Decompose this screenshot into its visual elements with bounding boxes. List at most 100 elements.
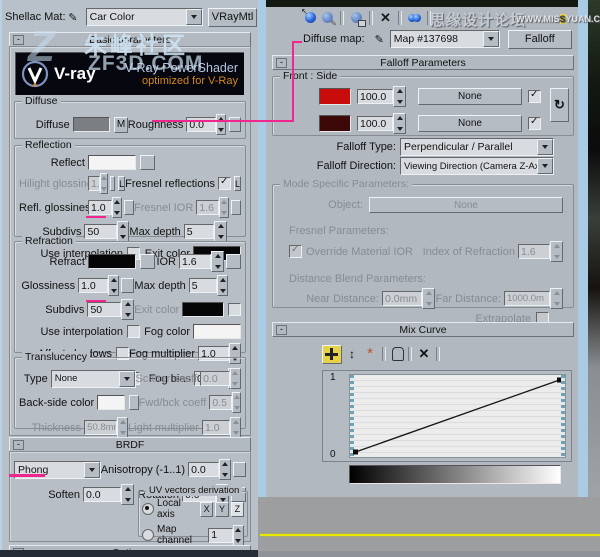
refract-map-button[interactable] <box>140 254 155 269</box>
refr-exit-color-checkbox[interactable] <box>228 303 241 316</box>
axis-z-button[interactable]: Z <box>231 502 244 517</box>
refl-subdivs-spinner[interactable] <box>117 221 129 242</box>
map-type-button[interactable]: Falloff <box>508 30 572 49</box>
map-channel-spinner[interactable] <box>233 525 244 546</box>
refr-use-interpolation-checkbox[interactable] <box>127 325 140 338</box>
hilight-lock-button[interactable]: L <box>118 176 125 191</box>
hilight-map-button[interactable] <box>110 176 115 191</box>
eyedropper-icon[interactable]: ✎ <box>375 33 384 46</box>
translucency-type-dropdown[interactable]: None <box>51 370 136 388</box>
dropdown-arrow-icon[interactable] <box>537 139 553 155</box>
front-amount-field[interactable]: 100.0 <box>357 89 393 104</box>
hilight-glossiness-spinner[interactable] <box>100 173 108 194</box>
refr-max-depth-spinner[interactable] <box>217 275 228 296</box>
override-ior-checkbox[interactable] <box>289 245 302 258</box>
ior-map-button[interactable] <box>226 254 241 269</box>
fresnel-ior-map-button[interactable] <box>231 200 242 215</box>
refl-subdivs-field[interactable]: 50 <box>84 224 117 239</box>
axis-x-button[interactable]: X <box>200 502 213 517</box>
falloff-type-dropdown[interactable]: Perpendicular / Parallel <box>400 138 554 156</box>
mix-curve-editor[interactable]: 1 0 <box>322 370 572 462</box>
scatter-coeff-field[interactable]: 0.0 <box>200 371 230 386</box>
dropdown-arrow-icon[interactable] <box>186 9 202 25</box>
collapse-icon[interactable]: - <box>13 35 24 45</box>
soften-spinner[interactable] <box>121 484 134 505</box>
put-to-library-icon[interactable] <box>348 10 365 26</box>
collapse-icon[interactable]: - <box>276 325 287 335</box>
reflect-map-button[interactable] <box>140 155 155 170</box>
fresnel-ior-field[interactable]: 1.6 <box>196 200 219 215</box>
falloff-direction-dropdown[interactable]: Viewing Direction (Camera Z-Axis) <box>400 157 554 175</box>
falloff-parameters-rollout[interactable]: - Falloff Parameters <box>272 55 574 70</box>
front-color-swatch[interactable] <box>319 88 351 105</box>
collapse-icon[interactable]: - <box>13 440 24 450</box>
far-distance-field[interactable]: 1000.0m <box>504 291 550 306</box>
axis-y-button[interactable]: Y <box>215 502 228 517</box>
index-of-refraction-spinner[interactable] <box>550 241 563 262</box>
thickness-spinner[interactable] <box>117 417 128 438</box>
brdf-rollout[interactable]: - BRDF <box>9 437 251 452</box>
index-of-refraction-field[interactable]: 1.6 <box>518 244 550 259</box>
front-map-checkbox[interactable] <box>528 90 541 103</box>
ior-field[interactable]: 1.6 <box>179 254 211 269</box>
reflect-color-swatch[interactable] <box>88 155 136 170</box>
dropdown-arrow-icon[interactable] <box>84 462 100 478</box>
mix-curve-rollout[interactable]: - Mix Curve <box>272 322 574 337</box>
curve-plot-area[interactable] <box>349 374 566 458</box>
refr-subdivs-spinner[interactable] <box>121 299 134 320</box>
near-distance-field[interactable]: 0.0mm <box>382 291 422 306</box>
eyedropper-icon[interactable]: ✎ <box>65 11 81 24</box>
reset-material-icon[interactable]: ✕ <box>377 10 394 26</box>
make-unique-icon[interactable] <box>406 10 423 26</box>
reset-curves-icon[interactable]: ✕ <box>416 346 432 362</box>
map-channel-field[interactable]: 1 <box>208 528 233 543</box>
refl-max-depth-field[interactable]: 5 <box>184 224 215 239</box>
refr-glossiness-field[interactable]: 1.0 <box>78 278 108 293</box>
map-name-dropdown[interactable]: Map #137698 <box>390 30 500 48</box>
backside-color-swatch[interactable] <box>97 395 125 410</box>
put-material-icon[interactable]: ✎ <box>319 10 336 26</box>
object-pick-button[interactable]: None <box>369 197 563 213</box>
fresnel-lock-button[interactable]: L <box>234 176 241 191</box>
anisotropy-field[interactable]: 0.0 <box>188 462 219 477</box>
refr-max-depth-field[interactable]: 5 <box>189 278 217 293</box>
diffuse-map-m-button[interactable]: M <box>114 117 128 133</box>
fwd-bck-coeff-spinner[interactable] <box>232 392 241 413</box>
swap-colors-icon[interactable]: ↻ <box>550 88 569 122</box>
refr-glossiness-spinner[interactable] <box>108 275 119 296</box>
side-map-checkbox[interactable] <box>528 117 541 130</box>
refl-glossiness-map-button[interactable] <box>124 200 135 215</box>
collapse-icon[interactable]: - <box>276 58 287 68</box>
add-point-icon[interactable]: * <box>362 348 378 360</box>
basic-parameters-rollout[interactable]: - Basic parameters <box>9 32 251 47</box>
scatter-coeff-spinner[interactable] <box>230 368 241 389</box>
local-axis-radio[interactable] <box>142 503 154 515</box>
light-multiplier-spinner[interactable] <box>230 417 241 438</box>
roughness-spinner[interactable] <box>216 114 226 135</box>
refl-max-depth-spinner[interactable] <box>214 221 226 242</box>
fresnel-ior-spinner[interactable] <box>219 197 228 218</box>
diffuse-color-swatch[interactable] <box>73 117 110 132</box>
side-amount-spinner[interactable] <box>393 113 406 134</box>
refl-glossiness-spinner[interactable] <box>112 197 121 218</box>
far-distance-spinner[interactable] <box>550 288 563 309</box>
move-point-icon[interactable] <box>322 345 342 364</box>
ior-spinner[interactable] <box>211 251 224 272</box>
fresnel-reflections-checkbox[interactable] <box>218 177 231 190</box>
soften-field[interactable]: 0.0 <box>83 487 121 502</box>
side-color-swatch[interactable] <box>319 115 351 132</box>
side-map-button[interactable]: None <box>418 115 522 132</box>
fog-color-swatch[interactable] <box>193 324 241 339</box>
shellac-material-dropdown[interactable]: Car Color <box>86 8 203 26</box>
backside-map-button[interactable] <box>129 395 139 410</box>
front-amount-spinner[interactable] <box>393 86 406 107</box>
thickness-field[interactable]: 50.8mr <box>84 420 117 435</box>
delete-point-icon[interactable] <box>392 347 404 361</box>
material-type-button[interactable]: VRayMtl <box>208 8 257 27</box>
side-amount-field[interactable]: 100.0 <box>357 116 393 131</box>
refr-exit-color-swatch[interactable] <box>182 302 224 317</box>
dropdown-arrow-icon[interactable] <box>483 31 499 47</box>
scale-point-icon[interactable]: ↕ <box>345 347 359 361</box>
dropdown-arrow-icon[interactable] <box>119 371 135 387</box>
get-material-icon[interactable]: ↖ <box>302 10 319 26</box>
